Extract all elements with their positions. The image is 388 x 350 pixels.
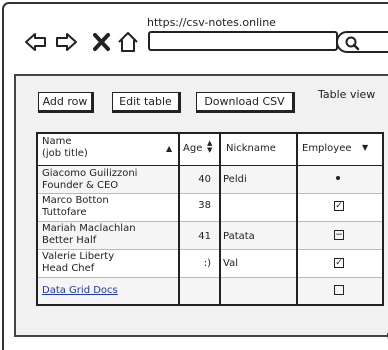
column-divider: [296, 134, 298, 304]
home-icon[interactable]: [116, 31, 140, 53]
row-job-title: Better Half: [42, 235, 97, 246]
row-nickname: Val: [223, 258, 238, 269]
data-grid-docs-link[interactable]: Data Grid Docs: [42, 285, 118, 296]
table-row[interactable]: Data Grid Docs: [38, 278, 382, 304]
row-age: 38: [198, 200, 211, 211]
table-row[interactable]: Valerie Liberty Head Chef :) Val ✓: [38, 250, 382, 278]
sort-toggle-icon[interactable]: ▲ ▼: [207, 140, 212, 154]
employee-checkbox-checked[interactable]: ✓: [334, 201, 344, 211]
search-icon: [345, 36, 360, 51]
row-nickname: Peldi: [223, 174, 247, 185]
table-row[interactable]: Mariah Maclachlan Better Half 41 Patata …: [38, 222, 382, 250]
column-divider: [178, 134, 180, 304]
address-bar[interactable]: [148, 31, 338, 51]
dropdown-arrow-icon[interactable]: ▼: [362, 143, 368, 152]
row-job-title: Tuttofare: [42, 207, 87, 218]
url-label: https://csv-notes.online: [147, 16, 276, 29]
row-name-cell: Marco Botton Tuttofare: [42, 195, 109, 219]
row-name: Mariah Maclachlan: [42, 223, 136, 234]
table-header-row: Name (job title) ▲ Age ▲ ▼ Nickname Emplo…: [38, 134, 382, 166]
row-name-cell: Valerie Liberty Head Chef: [42, 251, 114, 275]
browser-window: https://csv-notes.online Add row Edit ta…: [2, 2, 388, 350]
employee-checkbox-indeterminate[interactable]: −: [334, 230, 344, 240]
row-employee-cell: [304, 174, 374, 186]
row-employee-cell: [304, 285, 374, 297]
row-name: Valerie Liberty: [42, 251, 115, 262]
column-header-employee[interactable]: Employee: [302, 143, 352, 154]
row-name: Marco Botton: [42, 195, 109, 206]
row-job-title: Founder & CEO: [42, 180, 119, 191]
close-icon[interactable]: [90, 31, 114, 53]
table-row[interactable]: Marco Botton Tuttofare 38 ✓: [38, 194, 382, 222]
row-employee-cell: ✓: [304, 258, 374, 270]
column-divider: [219, 134, 221, 304]
edit-table-button[interactable]: Edit table: [112, 92, 181, 113]
column-header-age[interactable]: Age: [183, 143, 202, 154]
column-header-name-label: Name: [42, 136, 72, 147]
row-name: Giacomo Guilizzoni: [42, 168, 138, 179]
row-age: :): [203, 258, 211, 269]
row-employee-cell: ✓: [304, 201, 374, 213]
table-row[interactable]: Giacomo Guilizzoni Founder & CEO 40 Peld…: [38, 166, 382, 194]
employee-radio-selected[interactable]: [334, 174, 344, 184]
column-header-name-sub: (job title): [42, 148, 88, 159]
search-box[interactable]: [336, 31, 388, 53]
column-header-nickname[interactable]: Nickname: [226, 143, 276, 154]
row-nickname: Patata: [223, 231, 255, 242]
data-grid: Name (job title) ▲ Age ▲ ▼ Nickname Emplo…: [36, 132, 384, 306]
row-name-cell: Data Grid Docs: [42, 285, 118, 297]
back-arrow-icon[interactable]: [24, 31, 48, 53]
row-age: 41: [198, 231, 211, 242]
view-title: Table view: [318, 88, 376, 101]
resize-handle-icon[interactable]: ╱: [381, 333, 388, 349]
row-name-cell: Giacomo Guilizzoni Founder & CEO: [42, 168, 137, 192]
add-row-button[interactable]: Add row: [38, 92, 94, 113]
content-panel: Add row Edit table Download CSV Table vi…: [14, 74, 388, 337]
row-job-title: Head Chef: [42, 263, 95, 274]
row-age: 40: [198, 174, 211, 185]
employee-checkbox-unchecked[interactable]: [334, 285, 344, 295]
row-employee-cell: −: [304, 230, 374, 242]
forward-arrow-icon[interactable]: [54, 31, 78, 53]
column-header-name[interactable]: Name (job title): [42, 136, 88, 160]
employee-checkbox-checked[interactable]: ✓: [334, 258, 344, 268]
row-name-cell: Mariah Maclachlan Better Half: [42, 223, 136, 247]
sort-ascending-icon[interactable]: ▲: [166, 144, 172, 153]
download-csv-button[interactable]: Download CSV: [196, 92, 295, 113]
